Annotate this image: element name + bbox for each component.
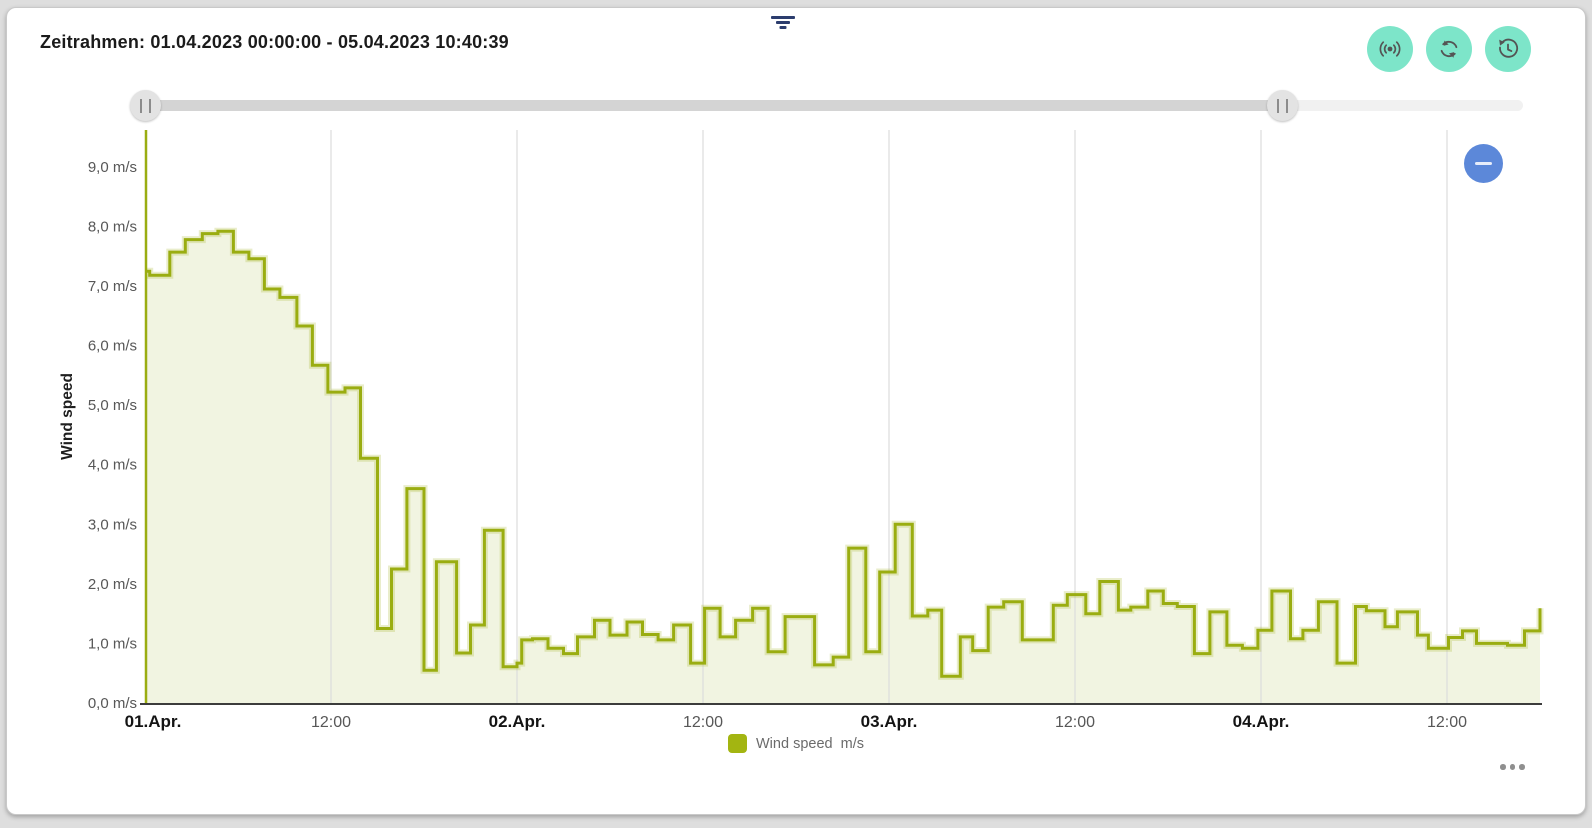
ellipsis-icon	[1500, 764, 1506, 770]
x-tick-label: 12:00	[1055, 714, 1095, 731]
y-tick-label: 4,0 m/s	[88, 457, 137, 474]
y-tick-label: 8,0 m/s	[88, 219, 137, 236]
slider-handle-left[interactable]	[130, 90, 161, 121]
filter-icon-bar	[771, 16, 795, 19]
y-tick-label: 2,0 m/s	[88, 576, 137, 593]
y-tick-label: 1,0 m/s	[88, 635, 137, 652]
y-tick-label: 5,0 m/s	[88, 397, 137, 414]
filter-icon-bar	[780, 26, 787, 29]
x-tick-label: 03.Apr.	[861, 712, 918, 731]
refresh-icon	[1435, 35, 1463, 63]
y-tick-label: 3,0 m/s	[88, 516, 137, 533]
slider-handle-right[interactable]	[1267, 90, 1298, 121]
x-tick-label: 12:00	[311, 714, 351, 731]
x-tick-label: 02.Apr.	[489, 712, 546, 731]
live-signal-icon	[1376, 35, 1404, 63]
history-icon	[1494, 35, 1522, 63]
history-button[interactable]	[1485, 26, 1531, 72]
x-tick-label: 12:00	[1427, 714, 1467, 731]
y-axis-title: Wind speed	[59, 373, 76, 460]
legend[interactable]: Wind speed m/s	[728, 734, 864, 753]
filter-icon[interactable]	[769, 14, 797, 34]
y-tick-label: 7,0 m/s	[88, 278, 137, 295]
legend-swatch	[728, 734, 747, 753]
x-tick-label: 01.Apr.	[125, 712, 182, 731]
grip-icon	[1277, 99, 1288, 113]
series-fill	[145, 231, 1540, 703]
refresh-button[interactable]	[1426, 26, 1472, 72]
y-tick-label: 9,0 m/s	[88, 159, 137, 176]
grip-icon	[140, 99, 151, 113]
legend-label: Wind speed m/s	[756, 736, 864, 752]
filter-icon-bar	[776, 21, 790, 24]
y-tick-label: 0,0 m/s	[88, 695, 137, 712]
slider-selected-range[interactable]	[146, 100, 1283, 111]
x-tick-label: 04.Apr.	[1233, 712, 1290, 731]
x-tick-label: 12:00	[683, 714, 723, 731]
more-options-button[interactable]	[1500, 764, 1525, 770]
y-tick-label: 6,0 m/s	[88, 338, 137, 355]
zoom-out-button[interactable]	[1464, 144, 1503, 183]
minus-icon	[1475, 162, 1492, 165]
live-data-button[interactable]	[1367, 26, 1413, 72]
timeframe-title: Zeitrahmen: 01.04.2023 00:00:00 - 05.04.…	[40, 32, 509, 53]
wind-speed-chart[interactable]: 0,0 m/s 1,0 m/s 2,0 m/s 3,0 m/s 4,0 m/s 5,0 m…	[0, 0, 1592, 828]
